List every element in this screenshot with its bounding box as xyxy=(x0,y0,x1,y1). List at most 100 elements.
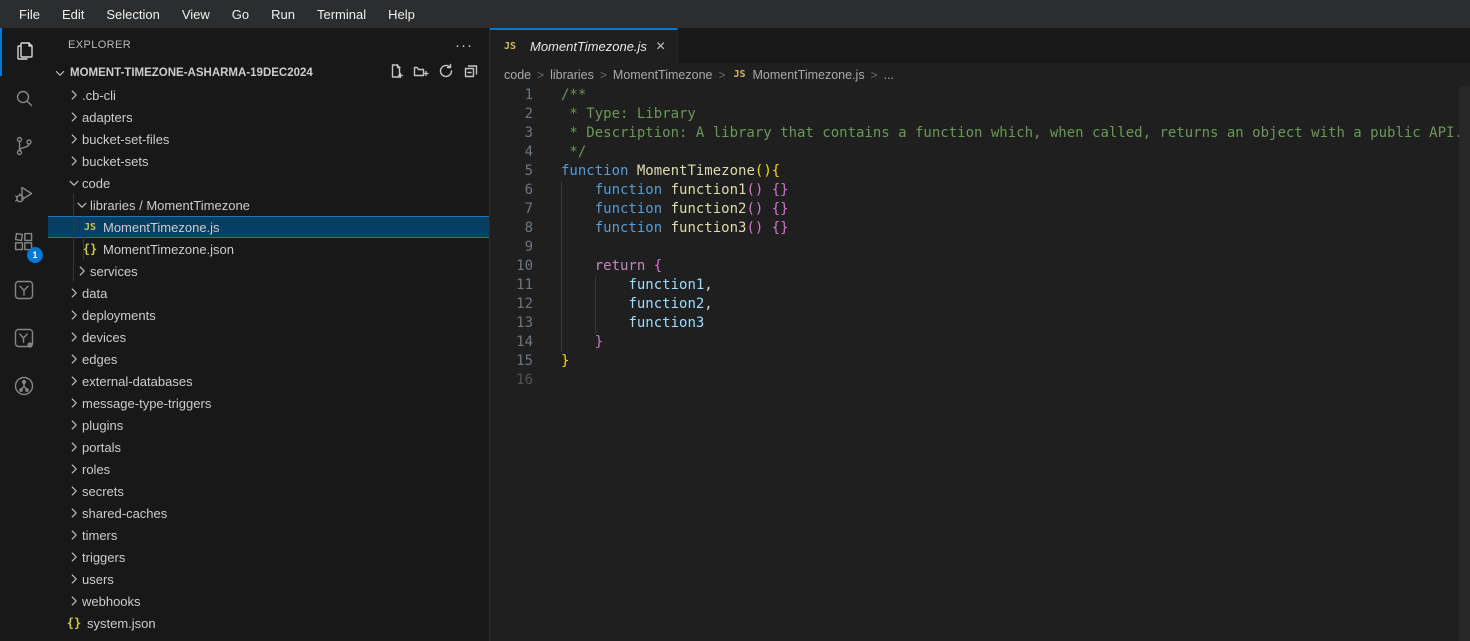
line-number[interactable]: 16 xyxy=(490,371,533,390)
tab-momenttimezone-js[interactable]: JS MomentTimezone.js × xyxy=(490,28,678,63)
menu-terminal[interactable]: Terminal xyxy=(306,0,377,28)
activity-extensions[interactable]: 1 xyxy=(0,220,48,268)
code-line-16[interactable]: 16 xyxy=(490,371,1470,390)
activity-run-and-debug[interactable] xyxy=(0,172,48,220)
code-line-12[interactable]: 12 function2, xyxy=(490,295,1470,314)
collapse-all-button[interactable] xyxy=(461,63,481,83)
line-number[interactable]: 11 xyxy=(490,276,533,295)
code-line-1[interactable]: 1/** xyxy=(490,86,1470,105)
activity-custom-extension-3[interactable] xyxy=(0,364,48,412)
tree-item-edges[interactable]: edges xyxy=(48,348,489,370)
tree-item-data[interactable]: data xyxy=(48,282,489,304)
code-line-6[interactable]: 6 function function1() {} xyxy=(490,181,1470,200)
code-editor[interactable]: 1/**2 * Type: Library3 * Description: A … xyxy=(490,86,1470,641)
tree-item-momenttimezone-json[interactable]: {}MomentTimezone.json xyxy=(48,238,489,260)
menu-view[interactable]: View xyxy=(171,0,221,28)
json-file-icon: {} xyxy=(82,242,98,256)
close-icon[interactable]: × xyxy=(654,39,667,55)
tree-item-devices[interactable]: devices xyxy=(48,326,489,348)
line-number[interactable]: 10 xyxy=(490,257,533,276)
tree-item-roles[interactable]: roles xyxy=(48,458,489,480)
tree-item-libraries-momenttimezone[interactable]: libraries / MomentTimezone xyxy=(48,194,489,216)
tree-item-adapters[interactable]: adapters xyxy=(48,106,489,128)
activity-search[interactable] xyxy=(0,76,48,124)
line-number[interactable]: 7 xyxy=(490,200,533,219)
line-number[interactable]: 9 xyxy=(490,238,533,257)
line-number[interactable]: 1 xyxy=(490,86,533,105)
editor-scrollbar[interactable] xyxy=(1459,86,1470,641)
code-line-5[interactable]: 5function MomentTimezone(){ xyxy=(490,162,1470,181)
activity-explorer[interactable] xyxy=(0,28,48,76)
tree-item-label: bucket-set-files xyxy=(82,132,169,147)
code-line-2[interactable]: 2 * Type: Library xyxy=(490,105,1470,124)
tree-item-webhooks[interactable]: webhooks xyxy=(48,590,489,612)
tree-item-momenttimezone-js[interactable]: JSMomentTimezone.js xyxy=(48,216,489,238)
menu-edit[interactable]: Edit xyxy=(51,0,95,28)
code-line-15[interactable]: 15} xyxy=(490,352,1470,371)
tree-item-portals[interactable]: portals xyxy=(48,436,489,458)
code-line-text xyxy=(533,371,561,390)
tree-item-label: libraries / MomentTimezone xyxy=(90,198,250,213)
code-line-10[interactable]: 10 return { xyxy=(490,257,1470,276)
line-number[interactable]: 14 xyxy=(490,333,533,352)
code-line-7[interactable]: 7 function function2() {} xyxy=(490,200,1470,219)
indent-guide xyxy=(595,276,596,333)
line-number[interactable]: 5 xyxy=(490,162,533,181)
code-line-11[interactable]: 11 function1, xyxy=(490,276,1470,295)
tree-item-users[interactable]: users xyxy=(48,568,489,590)
tree-item-shared-caches[interactable]: shared-caches xyxy=(48,502,489,524)
tree-item-system-json[interactable]: {}system.json xyxy=(48,612,489,634)
menu-selection[interactable]: Selection xyxy=(95,0,170,28)
menu-run[interactable]: Run xyxy=(260,0,306,28)
breadcrumb-item-momenttimezone-js[interactable]: JSMomentTimezone.js xyxy=(732,68,865,82)
activity-source-control[interactable] xyxy=(0,124,48,172)
line-number[interactable]: 3 xyxy=(490,124,533,143)
code-line-8[interactable]: 8 function function3() {} xyxy=(490,219,1470,238)
code-line-3[interactable]: 3 * Description: A library that contains… xyxy=(490,124,1470,143)
menu-help[interactable]: Help xyxy=(377,0,426,28)
menu-go[interactable]: Go xyxy=(221,0,260,28)
tree-item-external-databases[interactable]: external-databases xyxy=(48,370,489,392)
tree-item-timers[interactable]: timers xyxy=(48,524,489,546)
code-line-13[interactable]: 13 function3 xyxy=(490,314,1470,333)
workbench: 1 EXPLORER ··· MOMENT-TIMEZONE-ASHARMA-1… xyxy=(0,28,1470,641)
tree-item--cb-cli[interactable]: .cb-cli xyxy=(48,84,489,106)
refresh-button[interactable] xyxy=(436,63,456,83)
tree-item-services[interactable]: services xyxy=(48,260,489,282)
tree-item-bucket-set-files[interactable]: bucket-set-files xyxy=(48,128,489,150)
more-actions-icon[interactable]: ··· xyxy=(455,37,473,54)
line-number[interactable]: 8 xyxy=(490,219,533,238)
breadcrumb-item-libraries[interactable]: libraries xyxy=(550,68,594,82)
line-number[interactable]: 13 xyxy=(490,314,533,333)
new-file-button[interactable] xyxy=(386,63,406,83)
breadcrumb-item--[interactable]: ... xyxy=(884,68,894,82)
tree-item-plugins[interactable]: plugins xyxy=(48,414,489,436)
menu-file[interactable]: File xyxy=(8,0,51,28)
line-number[interactable]: 4 xyxy=(490,143,533,162)
code-line-9[interactable]: 9 xyxy=(490,238,1470,257)
tree-item-deployments[interactable]: deployments xyxy=(48,304,489,326)
tree-item-code[interactable]: code xyxy=(48,172,489,194)
tree-item-label: timers xyxy=(82,528,117,543)
breadcrumb-item-momenttimezone[interactable]: MomentTimezone xyxy=(613,68,713,82)
breadcrumb-label: libraries xyxy=(550,68,594,82)
tree-item-triggers[interactable]: triggers xyxy=(48,546,489,568)
extensions-badge: 1 xyxy=(27,247,43,263)
tree-item-message-type-triggers[interactable]: message-type-triggers xyxy=(48,392,489,414)
line-number[interactable]: 12 xyxy=(490,295,533,314)
line-number[interactable]: 15 xyxy=(490,352,533,371)
breadcrumb-item-code[interactable]: code xyxy=(504,68,531,82)
chevron-right-icon xyxy=(66,417,82,433)
code-line-14[interactable]: 14 } xyxy=(490,333,1470,352)
line-number[interactable]: 6 xyxy=(490,181,533,200)
code-line-4[interactable]: 4 */ xyxy=(490,143,1470,162)
new-folder-button[interactable] xyxy=(411,63,431,83)
activity-custom-extension-2[interactable] xyxy=(0,316,48,364)
chevron-right-icon xyxy=(66,395,82,411)
workspace-root-folder[interactable]: MOMENT-TIMEZONE-ASHARMA-19DEC2024 xyxy=(48,62,489,84)
new-folder-icon xyxy=(413,63,429,84)
line-number[interactable]: 2 xyxy=(490,105,533,124)
tree-item-bucket-sets[interactable]: bucket-sets xyxy=(48,150,489,172)
tree-item-secrets[interactable]: secrets xyxy=(48,480,489,502)
activity-custom-extension-1[interactable] xyxy=(0,268,48,316)
